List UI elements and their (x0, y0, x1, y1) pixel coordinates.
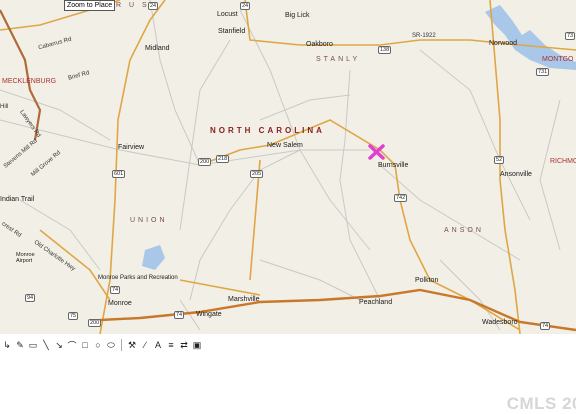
road-hill: Hill (0, 104, 9, 110)
county-union: UNION (130, 217, 168, 224)
pond-water (142, 245, 165, 270)
text-color-icon[interactable]: A (153, 340, 163, 350)
route-shield: 94 (25, 294, 36, 302)
town-locust: Locust (217, 11, 238, 18)
eraser-icon[interactable]: ▭ (28, 340, 38, 351)
route-shield: 731 (536, 68, 550, 76)
map-drawing (0, 0, 576, 334)
town-ansonville: Ansonville (500, 171, 532, 178)
zoom-to-place-button[interactable]: Zoom to Place (64, 0, 116, 11)
freeform-icon[interactable]: ⌒ (67, 339, 77, 352)
map-canvas[interactable]: Zoom to Place R U S Locust Big Lick Stan… (0, 0, 576, 334)
circle-icon[interactable]: ○ (93, 340, 103, 350)
route-shield: 742 (394, 194, 408, 202)
town-burnsville: Burnsville (378, 162, 409, 169)
route-shield: 200 (198, 158, 212, 166)
town-indian-trail: Indian Trail (0, 196, 35, 203)
ellipse-icon[interactable]: ⬭ (106, 340, 116, 351)
route-shield: 200 (88, 319, 102, 327)
pencil-icon[interactable]: ✎ (15, 340, 25, 351)
county-montgomery: MONTGO (542, 56, 574, 63)
drawing-toolbar: ↳ ✎ ▭ ╲ ↘ ⌒ □ ○ ⬭ ⚒ ∕ A ≡ ⇄ ▣ (0, 336, 576, 354)
state-label: NORTH CAROLINA (210, 126, 325, 135)
route-shield: 74 (110, 286, 121, 294)
parks-label: Monroe Parks and Recreation (98, 275, 178, 281)
fill-icon[interactable]: ⚒ (127, 340, 137, 351)
town-oakboro: Oakboro (306, 41, 333, 48)
route-shield: 138 (378, 46, 392, 54)
county-richmond: RICHMON (550, 158, 576, 165)
town-fairview: Fairview (118, 144, 145, 151)
cmls-watermark: CMLS 20 (506, 394, 576, 413)
county-label-rus: R U S (116, 2, 150, 9)
line-icon[interactable]: ╲ (41, 340, 51, 351)
arrow-icon[interactable]: ↘ (54, 340, 64, 351)
route-shield: 73 (565, 32, 576, 40)
route-shield: 74 (540, 322, 551, 330)
county-stanly: STANLY (316, 56, 361, 63)
more-options-icon[interactable]: ▣ (192, 340, 202, 351)
route-shield: 24 (240, 2, 251, 10)
highways (0, 0, 576, 334)
town-polkton: Polkton (415, 277, 439, 284)
county-anson: ANSON (444, 227, 484, 234)
town-new-salem: New Salem (267, 142, 303, 149)
minor-roads (0, 0, 561, 331)
town-wadesboro: Wadesboro (482, 319, 518, 326)
county-mecklenburg: MECKLENBURG (2, 78, 57, 85)
town-big-lick: Big Lick (285, 12, 310, 19)
road-sr1922: SR-1922 (412, 33, 436, 39)
route-shield: 205 (250, 170, 264, 178)
line-color-icon[interactable]: ∕ (140, 340, 150, 350)
route-shield: 218 (216, 155, 230, 163)
town-peachland: Peachland (359, 299, 393, 306)
rectangle-icon[interactable]: □ (80, 340, 90, 350)
town-midland: Midland (145, 45, 170, 52)
route-shield: 52 (494, 156, 505, 164)
town-norwood: Norwood (489, 40, 518, 47)
route-shield: 75 (68, 312, 79, 320)
town-stanfield: Stanfield (218, 28, 246, 35)
arrow-style-icon[interactable]: ⇄ (179, 340, 189, 351)
route-shield: 74 (174, 311, 185, 319)
toolbar-separator (121, 339, 122, 351)
select-arrow-icon[interactable]: ↳ (2, 340, 12, 351)
town-wingate: Wingate (196, 311, 222, 318)
route-shield: 24 (148, 2, 159, 10)
route-shield: 601 (112, 170, 126, 178)
line-style-icon[interactable]: ≡ (166, 340, 176, 350)
town-monroe: Monroe (108, 300, 132, 307)
monroe-airport: Monroe Airport (16, 252, 35, 264)
town-marshville: Marshville (228, 296, 260, 303)
